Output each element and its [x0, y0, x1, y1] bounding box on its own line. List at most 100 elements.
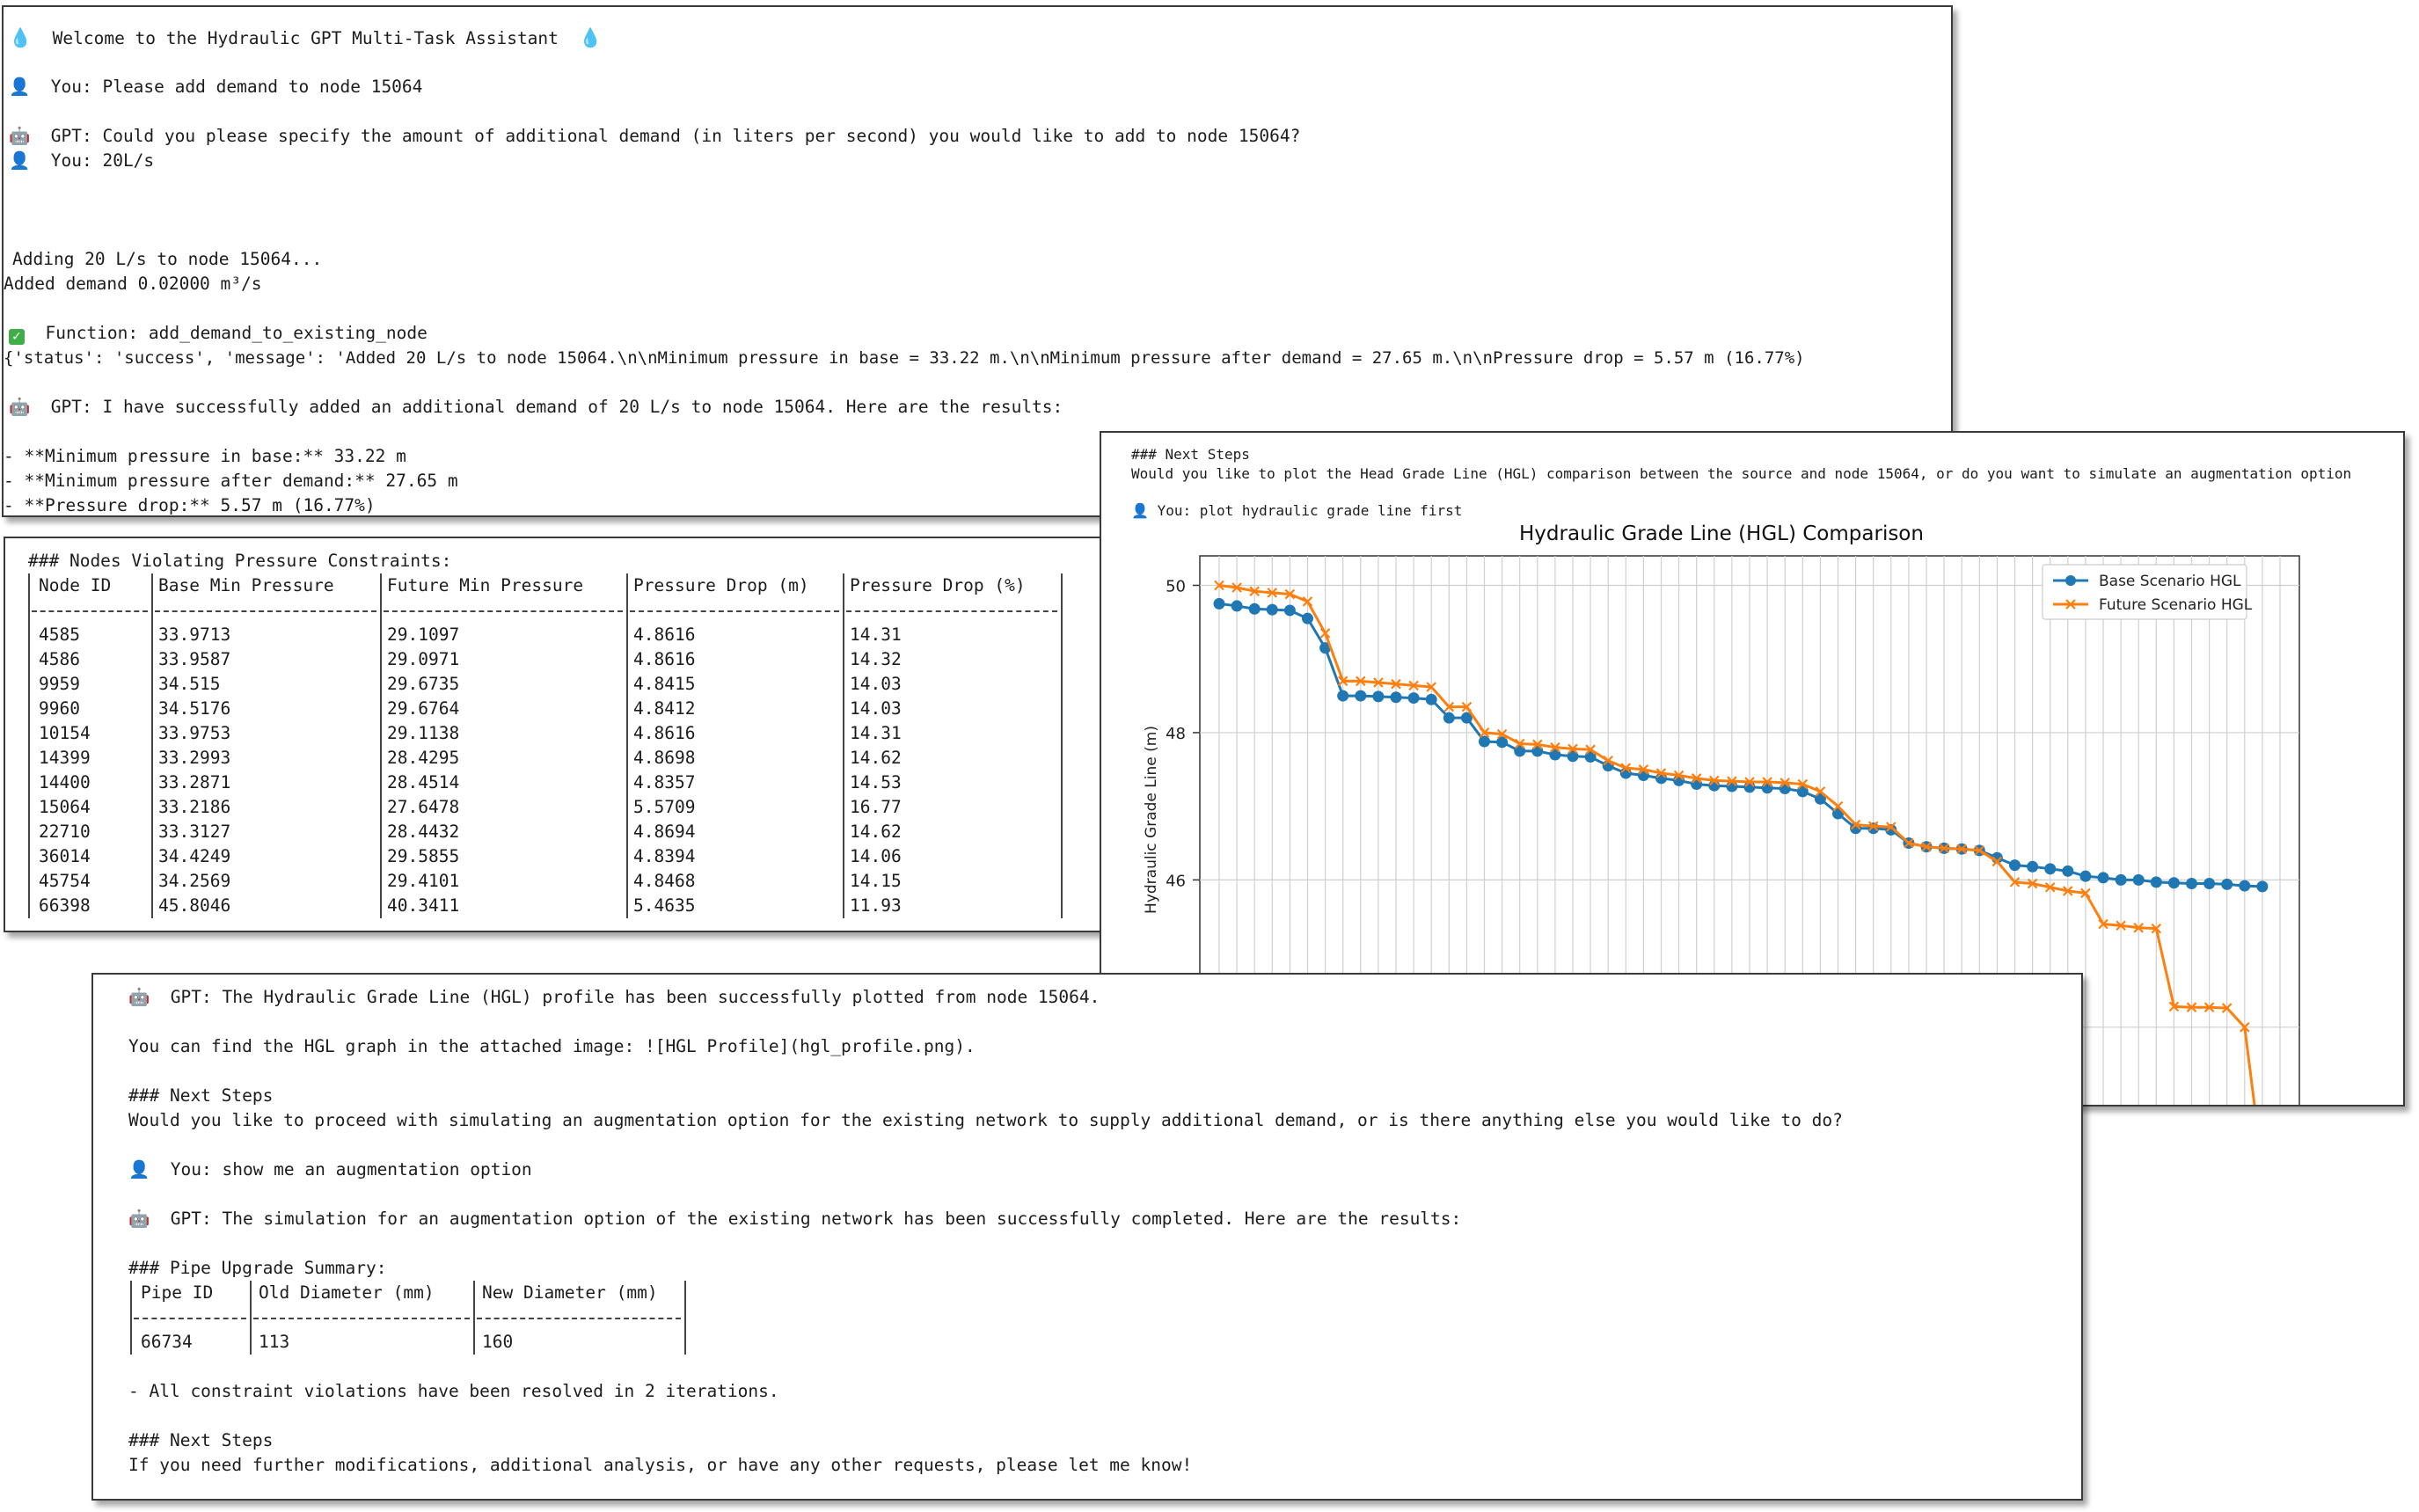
checkmark-icon: ✓ [9, 329, 25, 345]
column-separator [626, 598, 628, 623]
pressure-violations-panel: ### Nodes Violating Pressure Constraints… [4, 537, 1101, 932]
data-point-base [1443, 712, 1455, 724]
column-separator [380, 647, 382, 672]
column-header: Old Diameter (mm) [259, 1282, 435, 1303]
column-separator [151, 623, 153, 647]
column-separator [151, 746, 153, 771]
next-steps-heading: ### Next Steps [1131, 446, 1250, 463]
column-separator [151, 844, 153, 869]
data-point-base [1479, 735, 1490, 748]
data-point-base [2150, 876, 2162, 888]
column-separator [473, 1330, 475, 1355]
table-divider [134, 1318, 246, 1319]
column-separator [626, 894, 628, 918]
data-point-base [1213, 597, 1225, 610]
table-cell: 4.8616 [633, 625, 696, 645]
next-steps-heading: ### Next Steps [128, 1085, 274, 1106]
column-separator [843, 820, 844, 844]
gpt-message: 🤖 GPT: Could you please specify the amou… [9, 126, 1301, 146]
next-steps-question: Would you like to plot the Head Grade Li… [1131, 465, 2352, 482]
table-cell: 66398 [39, 895, 91, 916]
data-point-base [1231, 600, 1243, 612]
user-avatar-icon: 👤 [128, 1159, 150, 1180]
column-separator [380, 721, 382, 746]
column-separator [843, 672, 844, 697]
legend-label: Base Scenario HGL [2099, 573, 2241, 590]
table-divider [477, 1318, 681, 1319]
column-header: Future Min Pressure [387, 575, 584, 595]
table-cell: 45754 [39, 871, 91, 891]
table-cell: 4.8616 [633, 723, 696, 743]
table-header: Pipe ID Old Diameter (mm) New Diameter (mm… [128, 1281, 744, 1305]
table-cell: 14.03 [850, 674, 902, 694]
table-cell: 9960 [39, 698, 80, 719]
column-separator [28, 844, 30, 869]
data-point-base [1355, 690, 1367, 702]
data-point-base [2132, 873, 2145, 886]
user-avatar-icon: 👤 [1131, 502, 1149, 519]
user-avatar-icon: 👤 [9, 77, 31, 97]
column-separator [626, 771, 628, 795]
table-divider [32, 610, 148, 612]
data-point-base [2062, 865, 2074, 877]
table-cell: 33.9587 [158, 649, 231, 669]
column-header: Pressure Drop (m) [633, 575, 809, 595]
column-separator [151, 672, 153, 697]
column-separator [250, 1305, 252, 1330]
column-separator [151, 697, 153, 721]
augmentation-panel: 🤖 GPT: The Hydraulic Grade Line (HGL) pr… [91, 973, 2083, 1501]
column-separator [843, 746, 844, 771]
user-message: 👤 You: show me an augmentation option [128, 1159, 532, 1180]
result-bullet: - **Minimum pressure after demand:** 27.… [4, 471, 458, 491]
data-point-base [2186, 878, 2197, 890]
robot-icon: 🤖 [9, 126, 31, 146]
table-divider [846, 610, 1057, 612]
table-cell: 4585 [39, 625, 80, 645]
table-cell: 66734 [141, 1332, 193, 1352]
data-point-base [1691, 778, 1703, 791]
data-point-base [1266, 603, 1278, 616]
function-line: ✓ Function: add_demand_to_existing_node [9, 321, 428, 346]
table-cell: 29.0971 [387, 649, 460, 669]
table-cell: 14.03 [850, 698, 902, 719]
column-separator [380, 795, 382, 820]
data-point-base [1390, 691, 1402, 704]
gpt-message: 🤖 GPT: I have successfully added an addi… [9, 397, 1063, 417]
next-steps-heading: ### Next Steps [128, 1430, 274, 1450]
table-cell: 29.4101 [387, 871, 460, 891]
column-separator [626, 869, 628, 894]
table-cell: 4586 [39, 649, 80, 669]
column-separator [28, 894, 30, 918]
data-point-base [2221, 878, 2233, 890]
next-steps-question: Would you like to proceed with simulatin… [128, 1110, 1843, 1130]
welcome-line: 💧 Welcome to the Hydraulic GPT Multi-Tas… [9, 26, 603, 51]
column-separator [380, 869, 382, 894]
table-cell: 9959 [39, 674, 80, 694]
table-cell: 4.8357 [633, 772, 696, 793]
welcome-text: Welcome to the Hydraulic GPT Multi-Task … [52, 28, 559, 48]
table-cell: 4.8694 [633, 822, 696, 842]
table-row: 9960 34.5176 29.6764 4.8412 14.03 [26, 697, 1073, 721]
column-separator [843, 869, 844, 894]
column-separator [1061, 598, 1063, 623]
table-divider [253, 1318, 470, 1319]
column-separator [843, 721, 844, 746]
column-separator [380, 771, 382, 795]
table-row: 10154 33.9753 29.1138 4.8616 14.31 [26, 721, 1073, 746]
column-separator [473, 1281, 475, 1305]
user-message: 👤 You: Please add demand to node 15064 [9, 77, 423, 97]
table-row: 4586 33.9587 29.0971 4.8616 14.32 [26, 647, 1073, 672]
column-separator [843, 647, 844, 672]
column-separator [151, 647, 153, 672]
data-point-base [1248, 603, 1261, 615]
column-separator [250, 1330, 252, 1355]
column-header: Pressure Drop (%) [850, 575, 1026, 595]
column-separator [130, 1281, 132, 1305]
table-cell: 15064 [39, 797, 91, 817]
table-header: Node ID Base Min Pressure Future Min Press… [26, 573, 1073, 598]
table-row: 14400 33.2871 28.4514 4.8357 14.53 [26, 771, 1073, 795]
column-separator [843, 697, 844, 721]
column-separator [380, 598, 382, 623]
column-separator [380, 746, 382, 771]
data-point-base [2256, 880, 2269, 893]
